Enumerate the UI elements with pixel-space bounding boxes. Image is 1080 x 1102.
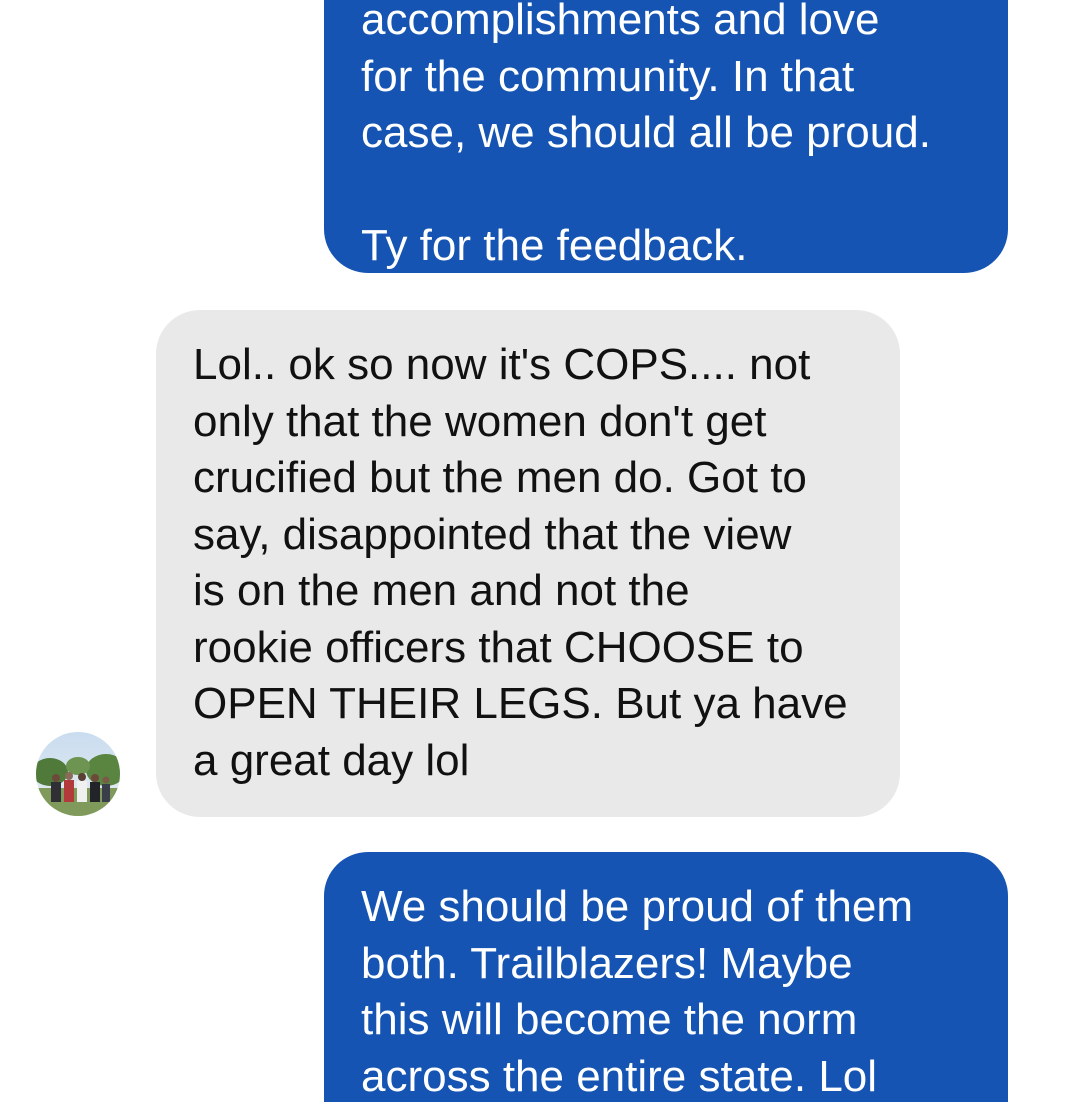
outgoing-message-bubble[interactable]: accomplishments and love for the communi… <box>324 0 1008 273</box>
incoming-message-bubble[interactable]: Lol.. ok so now it's COPS.... not only t… <box>156 310 900 817</box>
outgoing-message-bubble[interactable]: We should be proud of them both. Trailbl… <box>324 852 1008 1102</box>
contact-avatar[interactable] <box>36 732 120 816</box>
conversation-thread[interactable]: accomplishments and love for the communi… <box>0 0 1080 1102</box>
group-photo-avatar-icon <box>36 732 120 816</box>
